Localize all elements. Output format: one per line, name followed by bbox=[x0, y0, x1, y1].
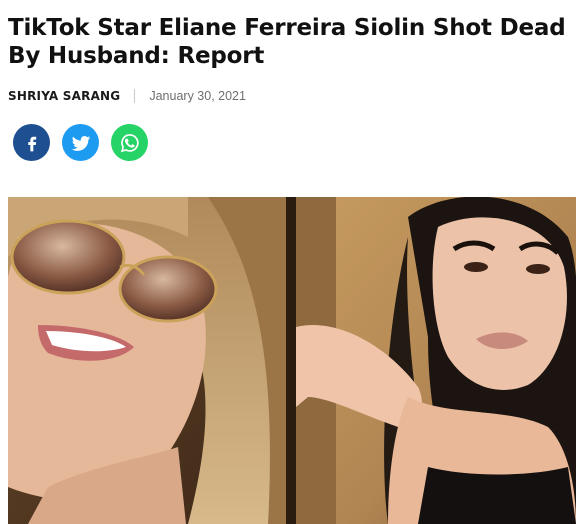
byline: SHRIYA SARANG January 30, 2021 bbox=[8, 89, 246, 103]
article-headline: TikTok Star Eliane Ferreira Siolin Shot … bbox=[8, 15, 566, 69]
byline-divider bbox=[134, 89, 136, 103]
whatsapp-share-button[interactable] bbox=[111, 124, 148, 161]
whatsapp-icon bbox=[120, 133, 139, 152]
facebook-icon bbox=[27, 136, 36, 151]
twitter-share-button[interactable] bbox=[62, 124, 99, 161]
right-photo bbox=[296, 197, 576, 524]
twitter-icon bbox=[71, 135, 90, 151]
author-name[interactable]: SHRIYA SARANG bbox=[8, 89, 120, 103]
article-hero-image bbox=[8, 197, 576, 524]
publish-date: January 30, 2021 bbox=[149, 89, 246, 103]
left-photo bbox=[8, 197, 286, 524]
facebook-share-button[interactable] bbox=[13, 124, 50, 161]
share-buttons bbox=[13, 124, 148, 161]
